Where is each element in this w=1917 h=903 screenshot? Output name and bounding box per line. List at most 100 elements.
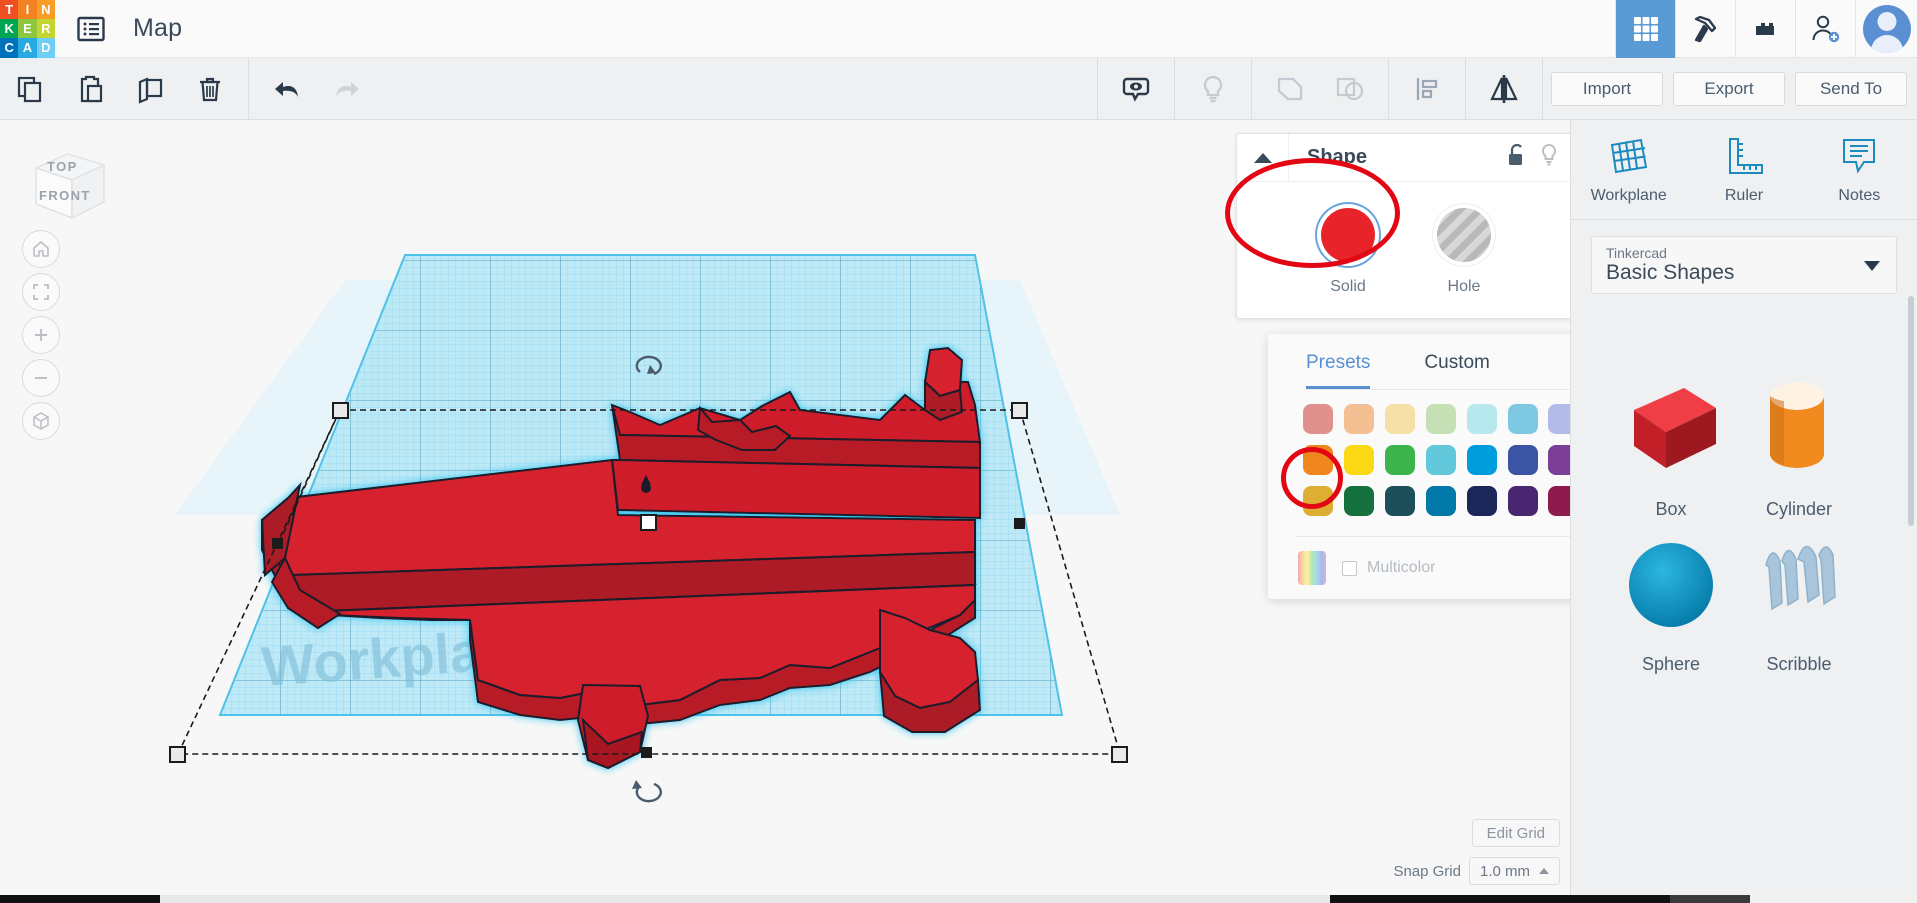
workplane-grid-icon (1610, 138, 1647, 173)
light-bulb-icon[interactable] (1183, 58, 1243, 120)
grid-apps-icon[interactable] (1615, 0, 1675, 58)
color-swatch[interactable] (1507, 404, 1538, 434)
snap-grid-row: Snap Grid 1.0 mm (1393, 857, 1560, 885)
toolbar-divider (1097, 57, 1098, 120)
toolbar-divider (1174, 57, 1175, 120)
duplicate-icon[interactable] (120, 58, 180, 120)
os-taskbar-strip (0, 895, 1917, 903)
sphere-3d-icon (1629, 543, 1713, 627)
shape-panel-header-icons (1507, 143, 1575, 172)
color-swatch[interactable] (1507, 486, 1538, 516)
color-swatch[interactable] (1425, 445, 1456, 475)
multicolor-checkbox[interactable] (1342, 560, 1357, 576)
notes-tool[interactable]: Notes (1802, 120, 1917, 219)
color-swatch[interactable] (1385, 445, 1416, 475)
shape-library-select[interactable]: Tinkercad Basic Shapes (1591, 236, 1897, 294)
notes-tool-label: Notes (1838, 186, 1881, 204)
delete-trash-icon[interactable] (180, 58, 240, 120)
ungroup-shapes-icon[interactable] (1320, 58, 1380, 120)
color-swatch[interactable] (1425, 486, 1456, 516)
light-bulb-icon[interactable] (1539, 143, 1559, 172)
cylinder-3d-icon (1770, 382, 1824, 468)
add-person-icon[interactable] (1795, 0, 1855, 58)
snap-grid-select[interactable]: 1.0 mm (1468, 857, 1560, 885)
shape-inspector-panel: Shape Solid Hole (1236, 133, 1576, 319)
shape-panel-title: Shape (1307, 146, 1368, 168)
color-swatch[interactable] (1303, 445, 1334, 475)
caret-up-icon (1539, 868, 1549, 874)
caret-up-icon[interactable] (1237, 133, 1289, 182)
color-swatch[interactable] (1344, 445, 1375, 475)
unlock-icon[interactable] (1507, 143, 1527, 172)
logo-letter: N (36, 0, 55, 19)
annotate-eye-icon[interactable] (1106, 58, 1166, 120)
shape-cylinder-label: Cylinder (1765, 499, 1833, 519)
copy-icon[interactable] (0, 58, 60, 120)
mirror-icon[interactable] (1474, 58, 1534, 120)
color-swatch[interactable] (1507, 445, 1538, 475)
sidebar-tools: Workplane Ruler Notes (1571, 120, 1917, 220)
list-icon[interactable] (73, 11, 109, 47)
snap-grid-value: 1.0 mm (1479, 862, 1530, 880)
group-shapes-icon[interactable] (1260, 58, 1320, 120)
ruler-tool[interactable]: Ruler (1686, 120, 1801, 219)
color-swatch[interactable] (1466, 486, 1497, 516)
color-swatch[interactable] (1303, 486, 1334, 516)
toolbar-divider (1465, 57, 1466, 120)
view-cube[interactable]: TOP FRONT (22, 140, 114, 230)
paste-icon[interactable] (60, 58, 120, 120)
export-button[interactable]: Export (1673, 71, 1785, 106)
hole-option[interactable]: Hole (1437, 208, 1491, 296)
toolbar-divider (1542, 57, 1543, 120)
shape-panel-body: Solid Hole (1237, 182, 1575, 318)
redo-arrow-icon[interactable] (317, 58, 377, 120)
zoom-out-icon[interactable] (22, 359, 60, 397)
shape-cylinder[interactable]: Cylinder (1719, 370, 1879, 520)
color-swatch[interactable] (1344, 404, 1375, 434)
color-swatch[interactable] (1466, 445, 1497, 475)
color-swatch[interactable] (1425, 404, 1456, 434)
logo-letter: A (18, 38, 37, 58)
codeblocks-pickaxe-icon[interactable] (1675, 0, 1735, 58)
color-swatch[interactable] (1303, 404, 1334, 434)
shape-scribble[interactable]: Scribble (1719, 525, 1879, 675)
color-swatch[interactable] (1344, 486, 1375, 516)
logo-letter: E (18, 18, 37, 39)
fit-to-view-icon[interactable] (22, 273, 60, 311)
home-view-icon[interactable] (22, 230, 60, 268)
workplane-tool[interactable]: Workplane (1571, 120, 1686, 219)
edit-toolbar: Import Export Send To (0, 57, 1917, 120)
align-icon[interactable] (1397, 58, 1457, 120)
avatar[interactable] (1855, 0, 1917, 58)
undo-arrow-icon[interactable] (257, 58, 317, 120)
snap-grid-label: Snap Grid (1393, 862, 1461, 880)
color-swatch[interactable] (1466, 404, 1497, 434)
tab-presets[interactable]: Presets (1306, 352, 1371, 389)
send-to-button[interactable]: Send To (1795, 71, 1907, 106)
solid-label: Solid (1330, 278, 1366, 295)
zoom-in-icon[interactable] (22, 316, 60, 354)
import-button[interactable]: Import (1551, 71, 1663, 106)
rainbow-swatch-icon[interactable] (1298, 551, 1326, 585)
blocks-brick-icon[interactable] (1735, 0, 1795, 58)
tinkercad-app: T I N K E R C A D Map Import Export Send… (0, 0, 1917, 903)
color-swatch[interactable] (1385, 486, 1416, 516)
ortho-perspective-icon[interactable] (22, 402, 60, 440)
ruler-icon (1728, 137, 1763, 174)
library-vendor: Tinkercad (1606, 245, 1667, 261)
solid-option[interactable]: Solid (1321, 208, 1375, 296)
box-3d-icon (1634, 388, 1716, 468)
hole-label: Hole (1447, 278, 1481, 295)
tab-custom[interactable]: Custom (1424, 352, 1489, 389)
shape-library-grid: Box Cylinder Sphere Scribble (1571, 330, 1917, 903)
color-swatch[interactable] (1385, 404, 1416, 434)
toolbar-divider (1388, 57, 1389, 120)
notes-bubble-icon (1843, 138, 1876, 174)
hole-swatch (1437, 208, 1491, 262)
tinkercad-logo[interactable]: T I N K E R C A D (0, 0, 55, 58)
edit-grid-button[interactable]: Edit Grid (1471, 819, 1560, 847)
chevron-down-icon (1864, 261, 1880, 271)
viewcube-top-label: TOP (47, 159, 78, 174)
library-name: Basic Shapes (1606, 261, 1735, 284)
logo-letter: R (36, 18, 55, 39)
